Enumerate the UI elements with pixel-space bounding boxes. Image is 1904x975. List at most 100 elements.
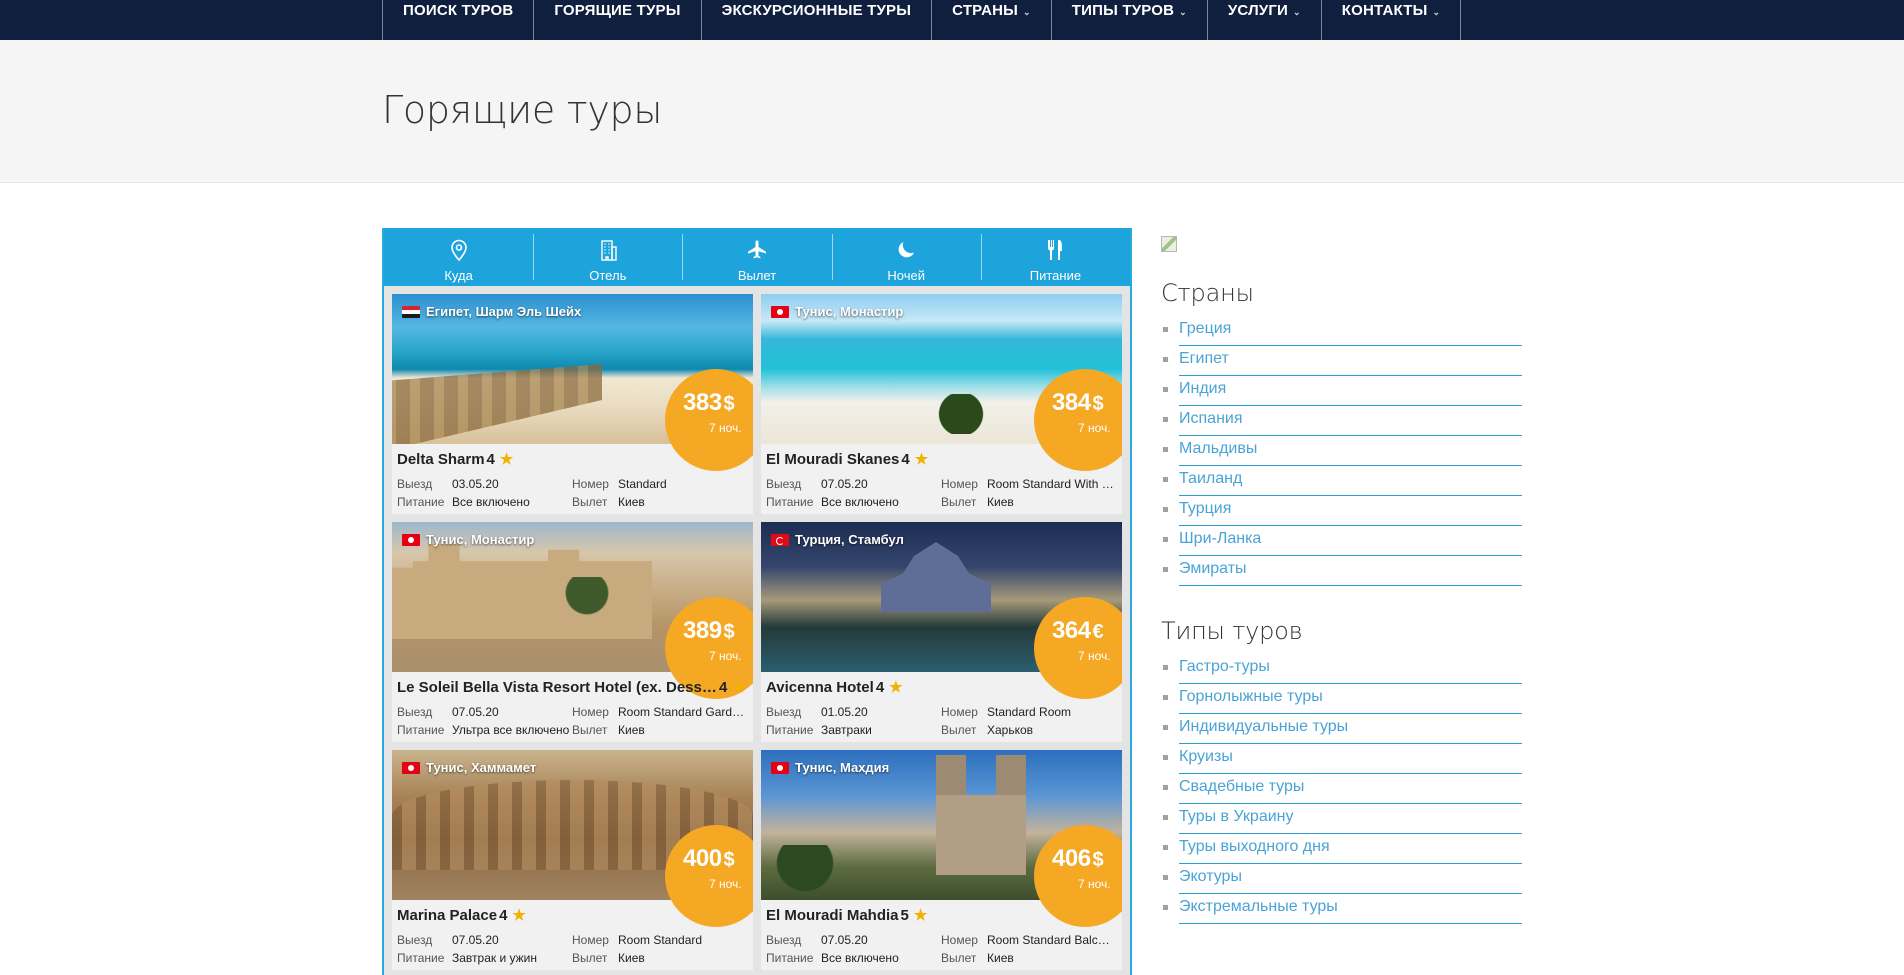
- tour-card[interactable]: Египет, Шарм Эль Шейх 383 $7 ноч. Delta Sha…: [392, 294, 753, 514]
- room-label: Номер: [572, 477, 609, 491]
- broken-image-icon: [1161, 236, 1177, 252]
- tour-location: Турция, Стамбул: [771, 532, 904, 547]
- tour-type-link[interactable]: Круизы: [1179, 745, 1522, 774]
- food-value: Все включено: [821, 951, 899, 965]
- flight-value: Киев: [618, 495, 645, 509]
- hotel-building-icon: [596, 238, 620, 268]
- country-link[interactable]: Шри-Ланка: [1179, 527, 1522, 556]
- country-link[interactable]: Испания: [1179, 407, 1522, 436]
- food-label: Питание: [397, 951, 445, 965]
- nav-item-4[interactable]: СТРАНЫ ⌄: [932, 0, 1052, 40]
- departure-value: 01.05.20: [821, 705, 868, 719]
- departure-value: 07.05.20: [452, 933, 499, 947]
- nav-item-6[interactable]: УСЛУГИ ⌄: [1208, 0, 1322, 40]
- nav-item-7[interactable]: КОНТАКТЫ ⌄: [1322, 0, 1462, 40]
- nav-item-label: ПОИСК ТУРОВ: [403, 2, 514, 19]
- chevron-down-icon: ⌄: [1432, 7, 1441, 17]
- nights-count: 7 ноч.: [709, 649, 742, 663]
- tour-card[interactable]: Тунис, Махдия 406 $7 ноч. El Mouradi Mahdia…: [761, 750, 1122, 970]
- filter-airplane[interactable]: Вылет: [682, 228, 831, 286]
- nav-item-label: ГОРЯЩИЕ ТУРЫ: [554, 2, 681, 19]
- tour-type-link[interactable]: Горнолыжные туры: [1179, 685, 1522, 714]
- star-icon: ★: [499, 451, 514, 468]
- list-item: Туры выходного дня: [1161, 835, 1523, 865]
- tour-type-link[interactable]: Индивидуальные туры: [1179, 715, 1522, 744]
- hotel-stars: 4: [901, 450, 910, 468]
- room-label: Номер: [572, 933, 609, 947]
- country-link[interactable]: Индия: [1179, 377, 1522, 406]
- tour-card[interactable]: Тунис, Хаммамет 400 $7 ноч. Marina Palace 4 ★…: [392, 750, 753, 970]
- nav-item-1[interactable]: ПОИСК ТУРОВ: [383, 0, 535, 40]
- departure-value: 07.05.20: [821, 477, 868, 491]
- filter-label: Вылет: [737, 268, 777, 283]
- price-currency: $: [723, 621, 735, 643]
- title-band: Горящие туры: [0, 40, 1904, 183]
- nav-item-label: УСЛУГИ: [1227, 2, 1289, 19]
- tour-location: Тунис, Махдия: [771, 760, 889, 775]
- room-value: Room Standard With Sea View: [987, 477, 1115, 491]
- country-link[interactable]: Эмираты: [1179, 557, 1522, 586]
- fork-knife-icon: [1043, 238, 1067, 268]
- nav-item-3[interactable]: ЭКСКУРСИОННЫЕ ТУРЫ: [702, 0, 933, 40]
- country-link[interactable]: Египет: [1179, 347, 1522, 376]
- list-item: Шри-Ланка: [1161, 527, 1523, 557]
- page-title: Горящие туры: [382, 88, 663, 132]
- list-item: Индия: [1161, 377, 1523, 407]
- price-badge: 383 $7 ноч.: [665, 369, 753, 471]
- tour-details: Выезд 07.05.20 Номер Room Standard Питание За…: [397, 931, 753, 967]
- price-currency: €: [1092, 621, 1104, 643]
- hotel-stars: 4: [875, 678, 885, 696]
- hotel-stars: 4: [486, 450, 495, 468]
- map-pin-icon: [447, 238, 471, 268]
- tour-card[interactable]: Тунис, Монастир 384 $7 ноч. El Mouradi Skan…: [761, 294, 1122, 514]
- tour-type-link[interactable]: Туры выходного дня: [1179, 835, 1522, 864]
- tour-type-link[interactable]: Гастро-туры: [1179, 655, 1522, 684]
- list-item: Индивидуальные туры: [1161, 715, 1523, 745]
- country-flag-icon: [771, 305, 789, 318]
- star-icon: ★: [512, 907, 526, 924]
- filter-map-pin[interactable]: Куда: [384, 228, 533, 286]
- price-badge: 406 $7 ноч.: [1034, 825, 1122, 927]
- tour-type-link[interactable]: Туры в Украину: [1179, 805, 1522, 834]
- price-currency: $: [1092, 393, 1104, 415]
- flight-value: Харьков: [987, 723, 1034, 737]
- tour-type-link[interactable]: Свадебные туры: [1179, 775, 1522, 804]
- country-link[interactable]: Турция: [1179, 497, 1522, 526]
- price-badge: 364 €7 ноч.: [1034, 597, 1122, 699]
- tour-grid: Египет, Шарм Эль Шейх 383 $7 ноч. Delta Sha…: [392, 294, 1122, 970]
- price-amount: 364: [1052, 617, 1091, 644]
- food-value: Завтрак и ужин: [452, 951, 537, 965]
- tour-card[interactable]: Турция, Стамбул 364 €7 ноч. Avicenna Hotel 4…: [761, 522, 1122, 742]
- room-label: Номер: [572, 705, 609, 719]
- country-link[interactable]: Мальдивы: [1179, 437, 1522, 466]
- tour-widget: Куда Отель Вылет Ночей Питание Египет, Шарм …: [382, 228, 1132, 975]
- filter-fork-knife[interactable]: Питание: [980, 228, 1130, 286]
- food-value: Завтраки: [821, 723, 872, 737]
- country-link[interactable]: Греция: [1179, 317, 1522, 346]
- nights-count: 7 ноч.: [709, 877, 742, 891]
- food-label: Питание: [397, 723, 445, 737]
- list-item: Эмираты: [1161, 557, 1523, 587]
- room-value: Room Standard Garden View: [618, 705, 746, 719]
- departure-label: Выезд: [766, 705, 802, 719]
- room-label: Номер: [941, 477, 978, 491]
- tour-card[interactable]: Тунис, Монастир 389 $7 ноч. Le Soleil Bella…: [392, 522, 753, 742]
- hotel-stars: 5: [900, 906, 909, 924]
- price-currency: $: [723, 393, 735, 415]
- nav-item-5[interactable]: ТИПЫ ТУРОВ ⌄: [1052, 0, 1208, 40]
- food-label: Питание: [766, 495, 814, 509]
- flight-label: Вылет: [941, 951, 977, 965]
- filter-hotel-building[interactable]: Отель: [533, 228, 682, 286]
- nav-item-2[interactable]: ГОРЯЩИЕ ТУРЫ: [534, 0, 702, 40]
- flight-value: Киев: [618, 723, 645, 737]
- chevron-down-icon: ⌄: [1023, 7, 1031, 17]
- hotel-title: El Mouradi Mahdia 5 ★: [766, 906, 927, 925]
- country-link[interactable]: Таиланд: [1179, 467, 1522, 496]
- star-icon: ★: [732, 679, 746, 696]
- filter-moon[interactable]: Ночей: [831, 228, 981, 286]
- tour-type-link[interactable]: Экстремальные туры: [1179, 895, 1522, 924]
- nights-count: 7 ноч.: [1078, 877, 1111, 891]
- tour-type-link[interactable]: Экотуры: [1179, 865, 1522, 894]
- nav-item-label: СТРАНЫ: [952, 2, 1019, 19]
- list-item: Экстремальные туры: [1161, 895, 1523, 925]
